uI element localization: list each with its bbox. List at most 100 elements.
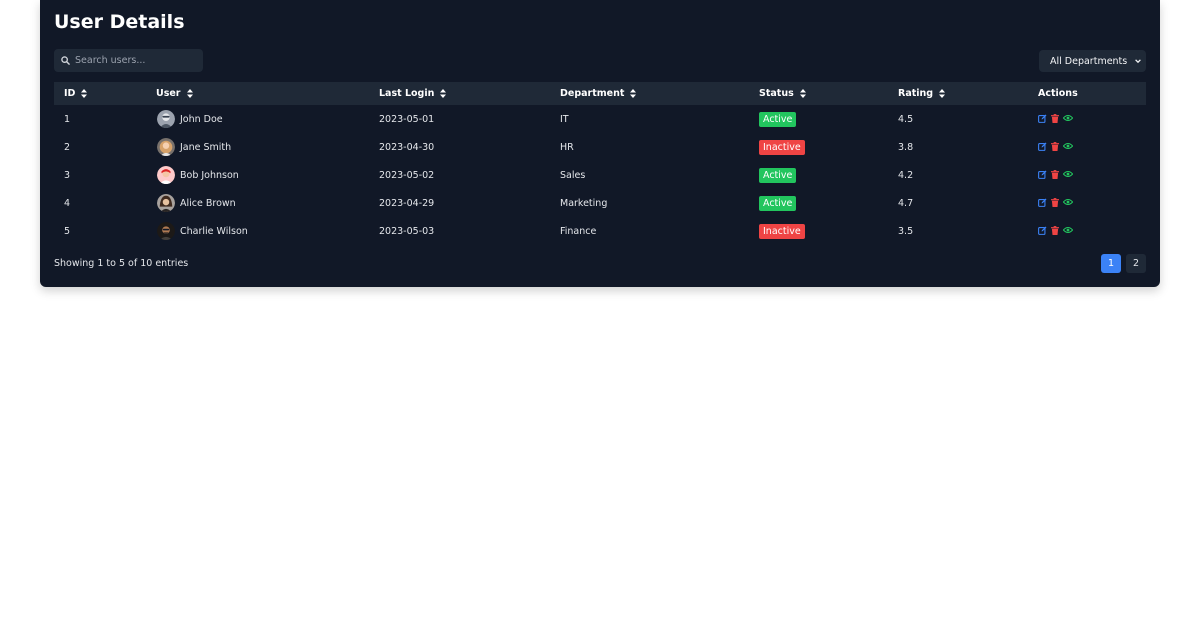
avatar <box>157 194 175 212</box>
cell-id: 5 <box>64 225 71 237</box>
eye-icon <box>1063 170 1073 178</box>
cell-user: Bob Johnson <box>146 161 369 189</box>
edit-button[interactable] <box>1038 170 1047 179</box>
table-row: 3 Bob Johnson 2023-05-02 Sales Active 4.… <box>54 161 1146 189</box>
view-button[interactable] <box>1063 226 1073 234</box>
status-badge: Inactive <box>759 223 805 239</box>
edit-icon <box>1038 170 1047 179</box>
status-badge: Active <box>759 195 797 211</box>
view-button[interactable] <box>1063 170 1073 178</box>
column-header-actions: Actions <box>1038 88 1078 99</box>
department-filter-select[interactable]: All Departments <box>1039 50 1146 72</box>
sort-icon <box>81 89 88 98</box>
view-button[interactable] <box>1063 142 1073 150</box>
column-header-user[interactable]: User <box>146 82 369 105</box>
edit-button[interactable] <box>1038 142 1047 151</box>
search-input[interactable] <box>75 55 195 66</box>
column-header-id[interactable]: ID <box>54 82 146 105</box>
sort-icon <box>939 89 946 98</box>
avatar <box>157 110 175 128</box>
search-icon <box>61 56 70 65</box>
cell-department: Marketing <box>560 197 608 209</box>
sort-icon <box>186 89 193 98</box>
cell-department: Sales <box>560 169 586 181</box>
cell-department: HR <box>560 141 574 153</box>
user-name: Alice Brown <box>180 197 236 209</box>
delete-button[interactable] <box>1051 225 1059 235</box>
sort-icon <box>630 89 637 98</box>
cell-rating: 4.7 <box>898 197 914 209</box>
eye-icon <box>1063 142 1073 150</box>
view-button[interactable] <box>1063 198 1073 206</box>
avatar <box>157 138 175 156</box>
eye-icon <box>1063 198 1073 206</box>
users-table: ID User Last Login Department Status Rat… <box>54 82 1146 245</box>
cell-status: Active <box>749 105 888 133</box>
sort-icon <box>799 89 806 98</box>
cell-id: 2 <box>64 141 71 153</box>
cell-actions <box>1028 105 1146 133</box>
cell-department: Finance <box>560 225 597 237</box>
cell-rating: 4.5 <box>898 113 914 125</box>
eye-icon <box>1063 226 1073 234</box>
delete-button[interactable] <box>1051 197 1059 207</box>
view-button[interactable] <box>1063 114 1073 122</box>
cell-user: Alice Brown <box>146 189 369 217</box>
column-header-status[interactable]: Status <box>749 82 888 105</box>
page-title: User Details <box>54 11 185 33</box>
edit-button[interactable] <box>1038 226 1047 235</box>
table-header-row: ID User Last Login Department Status Rat… <box>54 82 1146 105</box>
cell-last-login: 2023-04-29 <box>379 197 435 209</box>
user-name: Charlie Wilson <box>180 225 248 237</box>
edit-icon <box>1038 226 1047 235</box>
cell-actions <box>1028 161 1146 189</box>
cell-user: Jane Smith <box>146 133 369 161</box>
status-badge: Active <box>759 167 797 183</box>
entries-summary: Showing 1 to 5 of 10 entries <box>54 258 189 269</box>
cell-status: Inactive <box>749 217 888 245</box>
page-button-1[interactable]: 1 <box>1101 254 1121 273</box>
cell-department: IT <box>560 113 569 125</box>
user-name: Bob Johnson <box>180 169 239 181</box>
trash-icon <box>1051 113 1059 123</box>
avatar <box>157 222 175 240</box>
cell-actions <box>1028 217 1146 245</box>
cell-actions <box>1028 133 1146 161</box>
trash-icon <box>1051 197 1059 207</box>
delete-button[interactable] <box>1051 141 1059 151</box>
cell-user: Charlie Wilson <box>146 217 369 245</box>
cell-status: Active <box>749 189 888 217</box>
cell-last-login: 2023-04-30 <box>379 141 435 153</box>
cell-user: John Doe <box>146 105 369 133</box>
chevron-down-icon <box>1135 59 1141 64</box>
table-row: 5 Charlie Wilson 2023-05-03 Finance Inac… <box>54 217 1146 245</box>
edit-icon <box>1038 142 1047 151</box>
column-header-last-login[interactable]: Last Login <box>369 82 550 105</box>
search-box[interactable] <box>54 49 203 72</box>
status-badge: Inactive <box>759 139 805 155</box>
user-details-card: User Details All Departments ID User Las… <box>40 0 1160 287</box>
page-button-2[interactable]: 2 <box>1126 254 1146 273</box>
edit-icon <box>1038 114 1047 123</box>
edit-button[interactable] <box>1038 198 1047 207</box>
trash-icon <box>1051 225 1059 235</box>
column-header-department[interactable]: Department <box>550 82 749 105</box>
column-header-rating[interactable]: Rating <box>888 82 1028 105</box>
cell-status: Inactive <box>749 133 888 161</box>
cell-actions <box>1028 189 1146 217</box>
table-row: 1 John Doe 2023-05-01 IT Active 4.5 <box>54 105 1146 133</box>
cell-id: 3 <box>64 169 71 181</box>
delete-button[interactable] <box>1051 169 1059 179</box>
sort-icon <box>440 89 447 98</box>
edit-icon <box>1038 198 1047 207</box>
pagination: 1 2 <box>1101 254 1146 273</box>
cell-id: 4 <box>64 197 71 209</box>
table-row: 4 Alice Brown 2023-04-29 Marketing Activ… <box>54 189 1146 217</box>
status-badge: Active <box>759 111 797 127</box>
avatar <box>157 166 175 184</box>
delete-button[interactable] <box>1051 113 1059 123</box>
eye-icon <box>1063 114 1073 122</box>
edit-button[interactable] <box>1038 114 1047 123</box>
cell-last-login: 2023-05-01 <box>379 113 435 125</box>
cell-last-login: 2023-05-03 <box>379 225 435 237</box>
